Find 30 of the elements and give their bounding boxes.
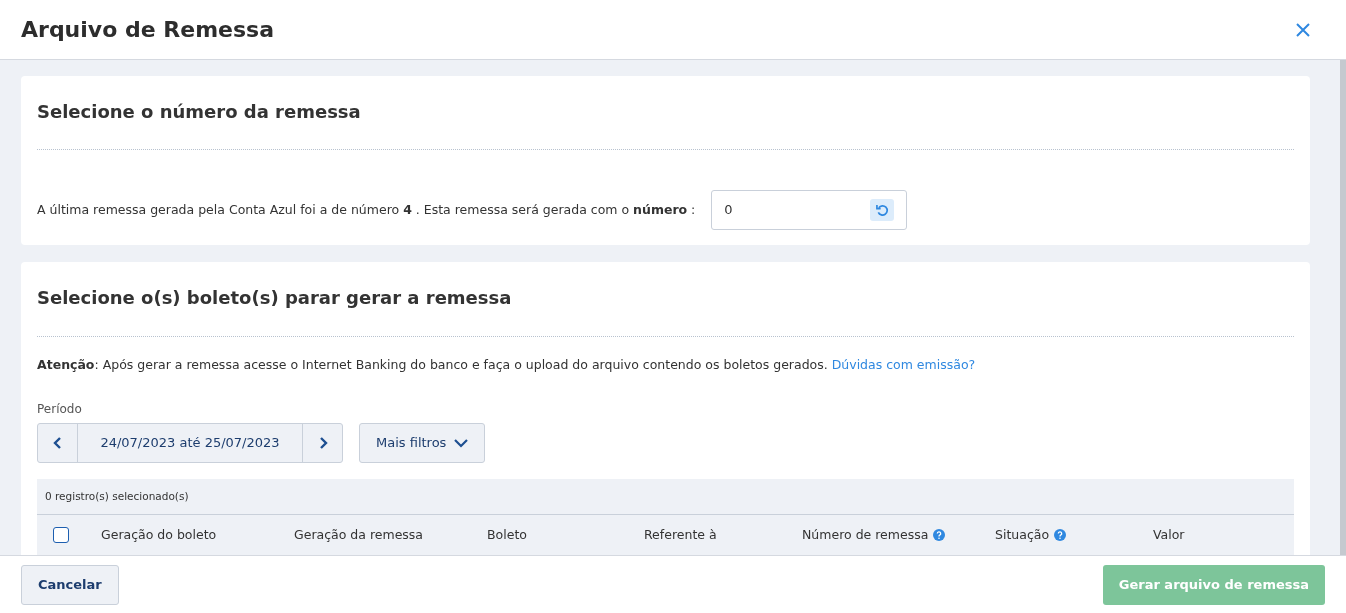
- column-header: Geração da remessa: [294, 525, 423, 544]
- reset-icon[interactable]: [870, 199, 895, 221]
- column-header: Geração do boleto: [101, 525, 217, 544]
- input-value: 0: [724, 201, 733, 220]
- column-header: Situação: [995, 525, 1050, 544]
- column-header: Valor: [1153, 525, 1185, 544]
- notice-text: Atenção: Após gerar a remessa acesse o Internet Banking do banco e faça o upload do arquivo contendo os boletos gerados. Dúvidas com emissão?: [37, 356, 977, 375]
- filters-button[interactable]: Mais filtros: [359, 423, 486, 463]
- help-icon[interactable]: [933, 529, 946, 541]
- window-title: Arquivo de Remessa: [21, 16, 274, 44]
- close-icon[interactable]: [1296, 22, 1310, 37]
- select-all-checkbox[interactable]: [53, 527, 69, 543]
- column-header: Referente à: [644, 525, 717, 544]
- period-selector[interactable]: 24/07/2023 até 25/07/2023: [37, 423, 343, 463]
- selection-count: 0 registro(s) selecionado(s): [37, 479, 1294, 515]
- help-icon[interactable]: [1054, 529, 1067, 541]
- help-link[interactable]: Dúvidas com emissão?: [831, 357, 976, 373]
- period-label: Período: [37, 401, 83, 418]
- chevron-left-icon: [52, 437, 63, 449]
- period-value: 24/07/2023 até 25/07/2023: [99, 434, 281, 453]
- column-header: Número de remessa: [802, 525, 929, 544]
- cancel-button[interactable]: Cancelar: [21, 564, 119, 605]
- chevron-right-icon: [317, 437, 328, 449]
- remessa-number-text: A última remessa gerada pela Conta Azul foi a de número 4 . Esta remessa será gerada com o número :: [37, 200, 696, 219]
- chevron-down-icon: [454, 438, 469, 448]
- scrollbar[interactable]: [1340, 60, 1346, 555]
- number-input[interactable]: 0: [711, 190, 908, 230]
- section-title: Selecione o(s) boleto(s) parar gerar a remessa: [37, 286, 513, 311]
- column-header: Boleto: [487, 525, 527, 544]
- section-title: Selecione o número da remessa: [37, 100, 362, 124]
